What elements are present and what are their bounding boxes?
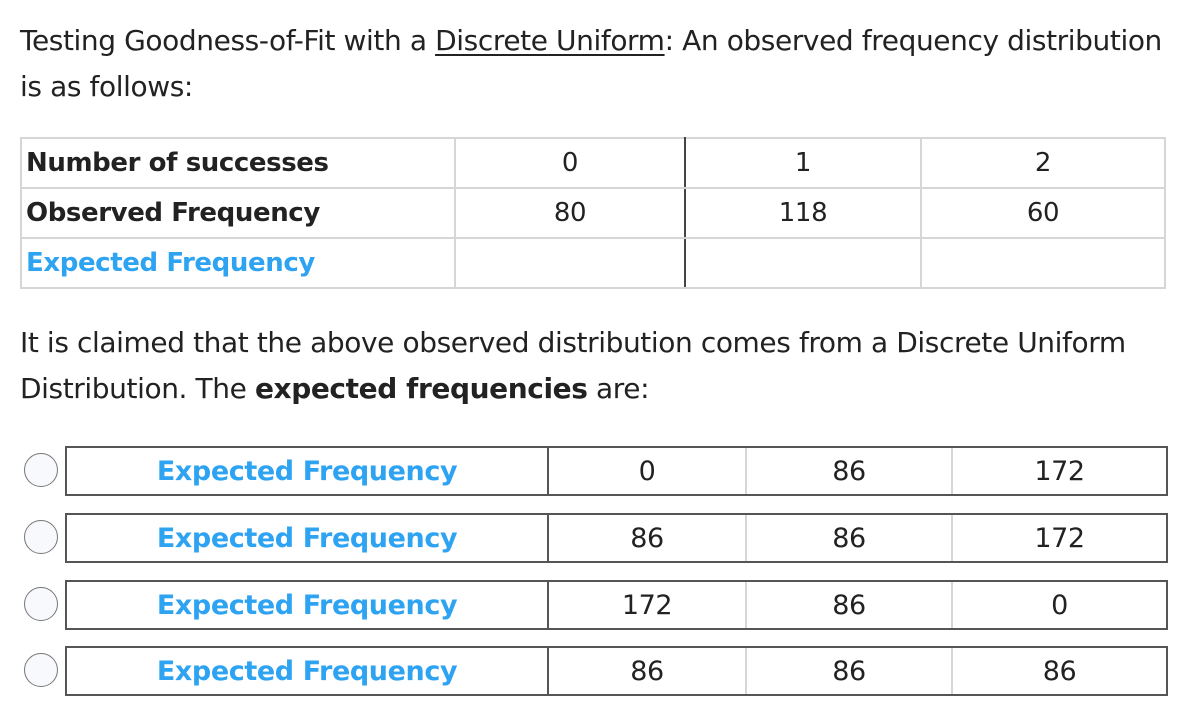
radio-button[interactable] <box>24 520 58 554</box>
table-cell: 0 <box>454 137 686 189</box>
radio-button[interactable] <box>24 653 58 687</box>
row-label: Number of successes <box>20 137 456 189</box>
table-cell: 80 <box>454 187 686 239</box>
option-value: 0 <box>549 448 747 494</box>
option-value: 172 <box>1034 522 1085 554</box>
intro-prefix: Testing Goodness-of-Fit with a <box>20 24 436 57</box>
option-table: Expected Frequency 0 86 172 <box>65 446 1168 496</box>
question-claim: It is claimed that the above observed di… <box>20 320 1190 412</box>
option-value: 86 <box>747 648 953 694</box>
table-cell <box>920 237 1166 289</box>
radio-button[interactable] <box>24 587 58 621</box>
option-value: 86 <box>549 648 747 694</box>
option-label: Expected Frequency <box>67 582 549 628</box>
option-table: Expected Frequency 172 86 0 <box>65 580 1168 630</box>
option-table: Expected Frequency 86 86 172 <box>65 513 1168 563</box>
table-cell <box>454 237 686 289</box>
option-value: 86 <box>1042 655 1077 687</box>
answer-option-4[interactable]: Expected Frequency 86 86 86 <box>24 646 1168 696</box>
table-cell: 1 <box>684 137 922 189</box>
row-label: Observed Frequency <box>20 187 456 239</box>
option-table: Expected Frequency 86 86 86 <box>65 646 1168 696</box>
table-row-observed: Observed Frequency 80 118 60 <box>20 187 1166 239</box>
option-label: Expected Frequency <box>67 648 549 694</box>
table-row-expected: Expected Frequency <box>20 237 1166 289</box>
answer-option-2[interactable]: Expected Frequency 86 86 172 <box>24 513 1168 563</box>
row-label: Expected Frequency <box>20 237 456 289</box>
option-value: 172 <box>1034 455 1085 487</box>
option-value: 172 <box>549 582 747 628</box>
option-value: 86 <box>747 582 953 628</box>
option-label: Expected Frequency <box>67 515 549 561</box>
table-cell: 60 <box>920 187 1166 239</box>
option-value: 0 <box>1051 589 1068 621</box>
option-value: 86 <box>747 448 953 494</box>
answer-option-3[interactable]: Expected Frequency 172 86 0 <box>24 580 1168 630</box>
question-intro: Testing Goodness-of-Fit with a Discrete … <box>20 18 1190 110</box>
option-value: 86 <box>549 515 747 561</box>
table-cell: 118 <box>684 187 922 239</box>
option-label: Expected Frequency <box>67 448 549 494</box>
discrete-uniform-link[interactable]: Discrete Uniform <box>435 24 665 57</box>
answer-option-1[interactable]: Expected Frequency 0 86 172 <box>24 446 1168 496</box>
table-cell: 2 <box>920 137 1166 189</box>
table-row-successes: Number of successes 0 1 2 <box>20 137 1166 189</box>
radio-button[interactable] <box>24 453 58 487</box>
table-cell <box>684 237 922 289</box>
option-value: 86 <box>747 515 953 561</box>
claim-suffix: are: <box>587 372 650 405</box>
observed-frequency-table: Number of successes 0 1 2 Observed Frequ… <box>20 137 1166 289</box>
claim-bold: expected frequencies <box>254 372 588 405</box>
